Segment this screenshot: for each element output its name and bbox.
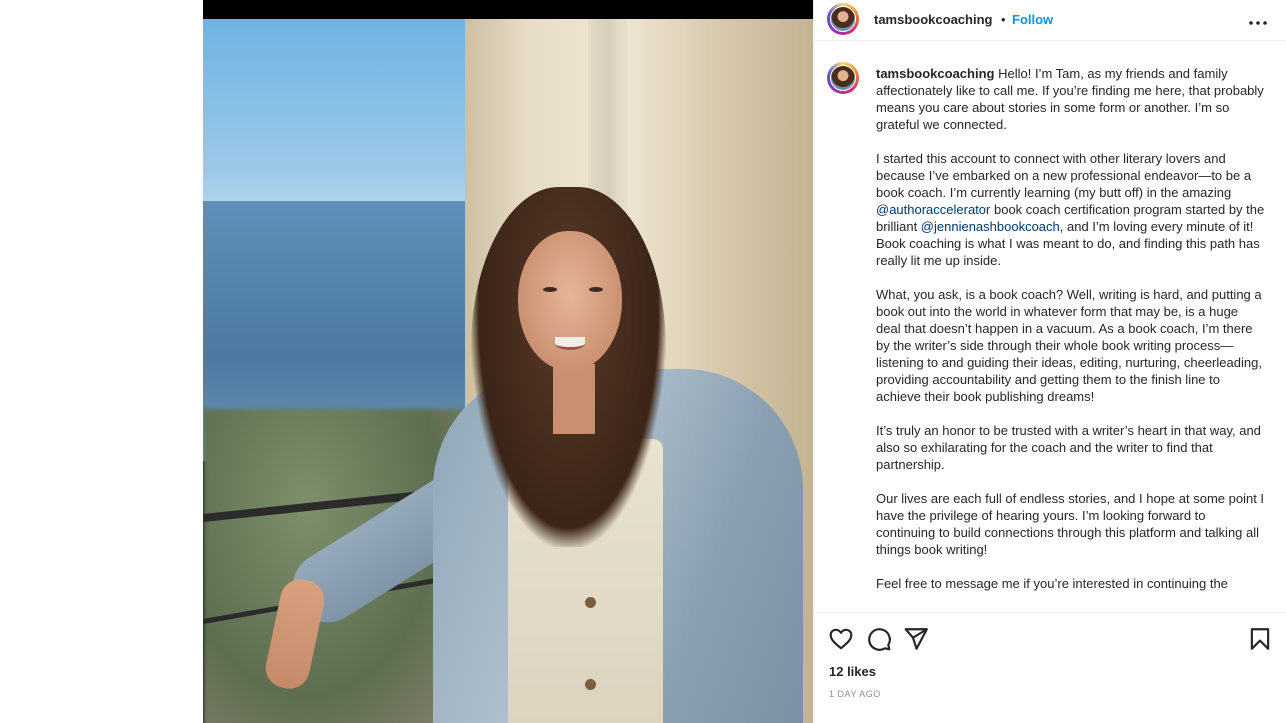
post-timestamp[interactable]: 1 DAY AGO: [829, 689, 881, 699]
photo-top-band: [203, 0, 813, 19]
photo-sky: [203, 19, 473, 209]
post-photo-area: [203, 0, 813, 723]
mention-link[interactable]: @jennienashbookcoach: [921, 219, 1060, 234]
avatar[interactable]: [827, 62, 859, 94]
photo-face: [518, 231, 622, 371]
action-bar: [814, 612, 1286, 663]
caption-username[interactable]: tamsbookcoaching: [876, 66, 994, 81]
photo-eye: [589, 287, 603, 292]
caption-text: I started this account to connect with o…: [876, 151, 1252, 200]
caption-paragraph: It’s truly an honor to be trusted with a…: [876, 423, 1261, 472]
caption-section: tamsbookcoaching Hello! I’m Tam, as my f…: [814, 57, 1286, 611]
header-separator: •: [1001, 12, 1006, 27]
post-caption: tamsbookcoaching Hello! I’m Tam, as my f…: [876, 65, 1266, 609]
more-options-icon[interactable]: [1244, 6, 1272, 34]
photo-eye: [543, 287, 557, 292]
caption-paragraph: Feel free to message me if you’re intere…: [876, 576, 1228, 591]
post-author-username[interactable]: tamsbookcoaching: [874, 12, 992, 27]
bookmark-icon[interactable]: [1247, 626, 1273, 652]
photo-neck: [553, 364, 595, 434]
caption-paragraph: Our lives are each full of endless stori…: [876, 491, 1265, 557]
photo-smile: [555, 337, 585, 350]
post-side-panel: tamsbookcoaching • Follow tamsbookcoachi…: [813, 0, 1286, 723]
paper-plane-icon[interactable]: [903, 626, 929, 652]
caption-paragraph: What, you ask, is a book coach? Well, wr…: [876, 287, 1262, 404]
post-photo[interactable]: [203, 19, 813, 723]
dress-button: [585, 679, 596, 690]
heart-icon[interactable]: [828, 626, 854, 652]
follow-button[interactable]: Follow: [1012, 12, 1053, 27]
avatar[interactable]: [827, 3, 859, 35]
mention-link[interactable]: @authoraccelerator: [876, 202, 990, 217]
likes-count[interactable]: 12 likes: [829, 664, 876, 679]
post-header: tamsbookcoaching • Follow: [814, 0, 1286, 41]
dress-button: [585, 597, 596, 608]
comment-icon[interactable]: [866, 626, 892, 652]
